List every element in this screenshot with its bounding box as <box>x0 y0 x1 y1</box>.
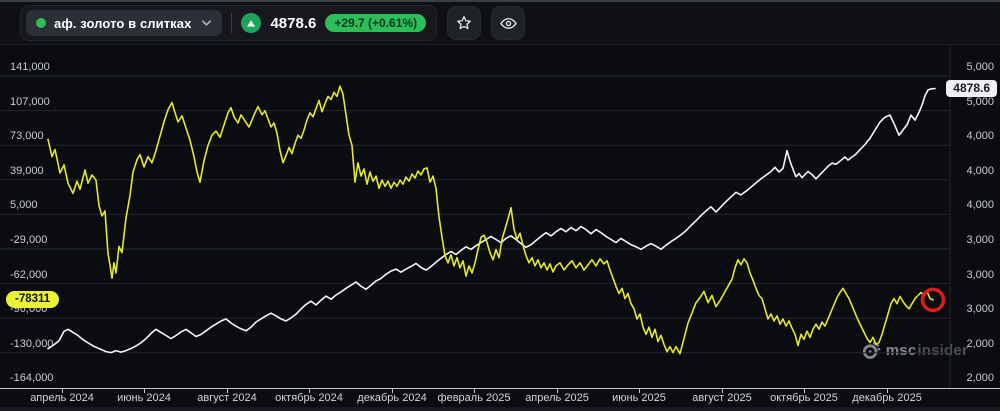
time-axis[interactable]: апрель 2024 июнь 2024 август 2024 октябрь 2… <box>0 388 1000 407</box>
divider <box>231 13 233 33</box>
left-axis-label: -164,000 <box>10 372 54 385</box>
instrument-status-dot <box>36 18 46 28</box>
right-axis-label: 5,000 <box>966 95 994 108</box>
bottom-scrollbar[interactable] <box>0 407 1000 411</box>
change-badge: +29.7 (+0.61%) <box>325 14 427 32</box>
left-axis-label: 5,000 <box>10 199 38 212</box>
left-axis-label: 73,000 <box>10 130 44 143</box>
right-axis-label: 2,000 <box>966 337 994 350</box>
last-price: 4878.6 <box>270 14 317 32</box>
right-axis-label: 4,000 <box>966 130 994 143</box>
chart-plot-area[interactable] <box>0 45 1000 388</box>
right-axis-label: 3,000 <box>966 234 994 246</box>
right-axis-label: 4,000 <box>966 164 994 177</box>
chart-area: msc insider 141,000 107,000 73,000 39,000 5,… <box>0 45 1000 411</box>
right-axis-label: 3,000 <box>966 268 994 281</box>
left-axis-label: 39,000 <box>10 164 44 177</box>
instrument-selector[interactable]: аф. золото в слитках <box>26 10 223 36</box>
time-axis-label: декабрь 2025 <box>852 392 922 404</box>
instrument-label: аф. золото в слитках <box>54 15 192 31</box>
trend-up-icon <box>241 13 262 33</box>
favorite-button[interactable] <box>447 6 482 40</box>
left-axis-label: -130,000 <box>10 337 54 350</box>
right-axis-label: 2,000 <box>966 372 994 385</box>
right-current-value-badge: 4878.6 <box>946 79 997 97</box>
left-axis-label: -29,000 <box>10 234 48 246</box>
left-axis-label: 141,000 <box>10 61 50 73</box>
trading-chart-window: аф. золото в слитках 4878.6 +29.7 (+0.61… <box>0 0 1000 411</box>
left-axis-label: -62,000 <box>10 268 48 281</box>
right-axis-label: 3,000 <box>966 303 994 316</box>
left-current-value-badge: -78311 <box>6 290 60 308</box>
star-icon <box>455 14 473 32</box>
left-axis-label: 107,000 <box>10 95 50 108</box>
right-axis-label: 4,000 <box>966 199 994 212</box>
watch-button[interactable] <box>491 6 526 40</box>
eye-icon <box>499 14 518 33</box>
yellow-line <box>47 85 934 355</box>
chevron-down-icon <box>201 19 212 27</box>
toolbar: аф. золото в слитках 4878.6 +29.7 (+0.61… <box>0 0 1000 45</box>
right-axis-label: 5,000 <box>966 61 994 73</box>
white-line <box>47 87 936 354</box>
instrument-controls: аф. золото в слитках 4878.6 +29.7 (+0.61… <box>20 5 438 41</box>
